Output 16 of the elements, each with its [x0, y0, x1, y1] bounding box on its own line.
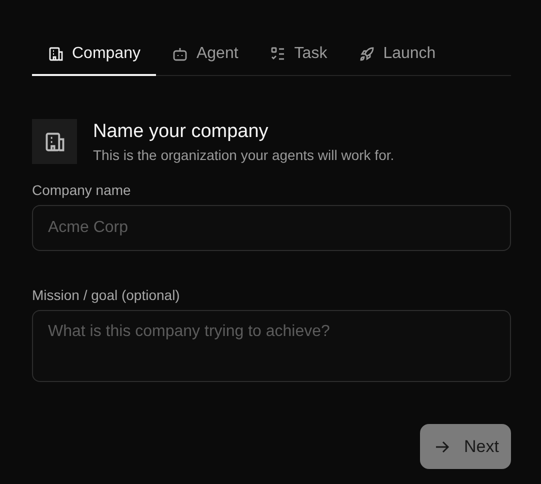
- tab[interactable]: Launch: [343, 38, 452, 76]
- building-icon: [44, 130, 66, 152]
- section-subtitle: This is the organization your agents will work for.: [93, 147, 394, 163]
- section-title: Name your company: [93, 121, 270, 143]
- input-field[interactable]: Acme Corp: [32, 205, 511, 251]
- text-area[interactable]: What is this company trying to achieve?: [32, 310, 511, 382]
- tab[interactable]: Agent: [156, 38, 254, 76]
- robot-icon: [172, 46, 188, 62]
- arrow-right-icon: [434, 438, 450, 454]
- checklist-icon: [270, 46, 286, 62]
- field-label: Mission / goal (optional): [32, 287, 181, 303]
- tab[interactable]: Company: [32, 38, 156, 76]
- rocket-icon: [359, 46, 376, 62]
- field-label: Company name: [32, 182, 132, 198]
- tab[interactable]: Task: [254, 38, 344, 76]
- building-icon: [48, 46, 64, 62]
